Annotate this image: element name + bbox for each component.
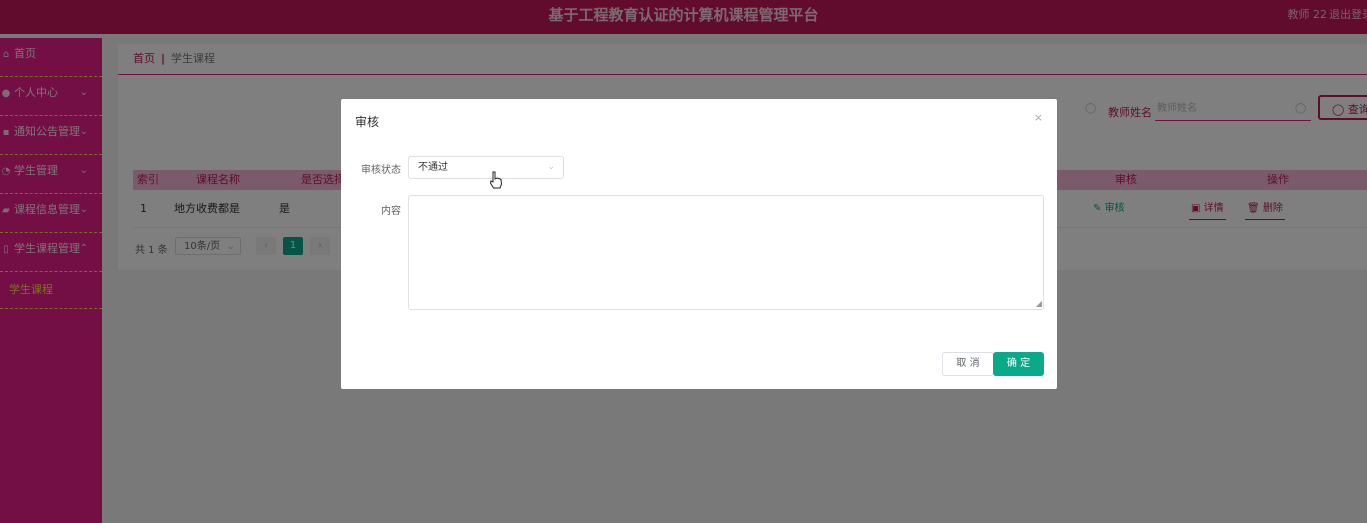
chevron-down-icon: ⌄: [547, 162, 555, 172]
hand-cursor-icon: [489, 171, 503, 189]
confirm-button[interactable]: 确 定: [993, 352, 1044, 376]
close-icon[interactable]: ×: [1034, 111, 1043, 124]
status-value: 不通过: [418, 162, 448, 173]
cancel-button[interactable]: 取 消: [942, 352, 994, 376]
content-textarea[interactable]: ◢: [408, 195, 1044, 310]
status-select[interactable]: 不通过 ⌄: [408, 156, 564, 179]
resize-handle-icon[interactable]: ◢: [1036, 300, 1042, 308]
status-label: 审核状态: [361, 165, 401, 176]
audit-dialog: 审核 × 审核状态 不通过 ⌄ 内容 ◢ 取 消 确 定: [341, 99, 1057, 389]
dialog-title: 审核: [355, 115, 380, 129]
content-label: 内容: [381, 206, 401, 217]
